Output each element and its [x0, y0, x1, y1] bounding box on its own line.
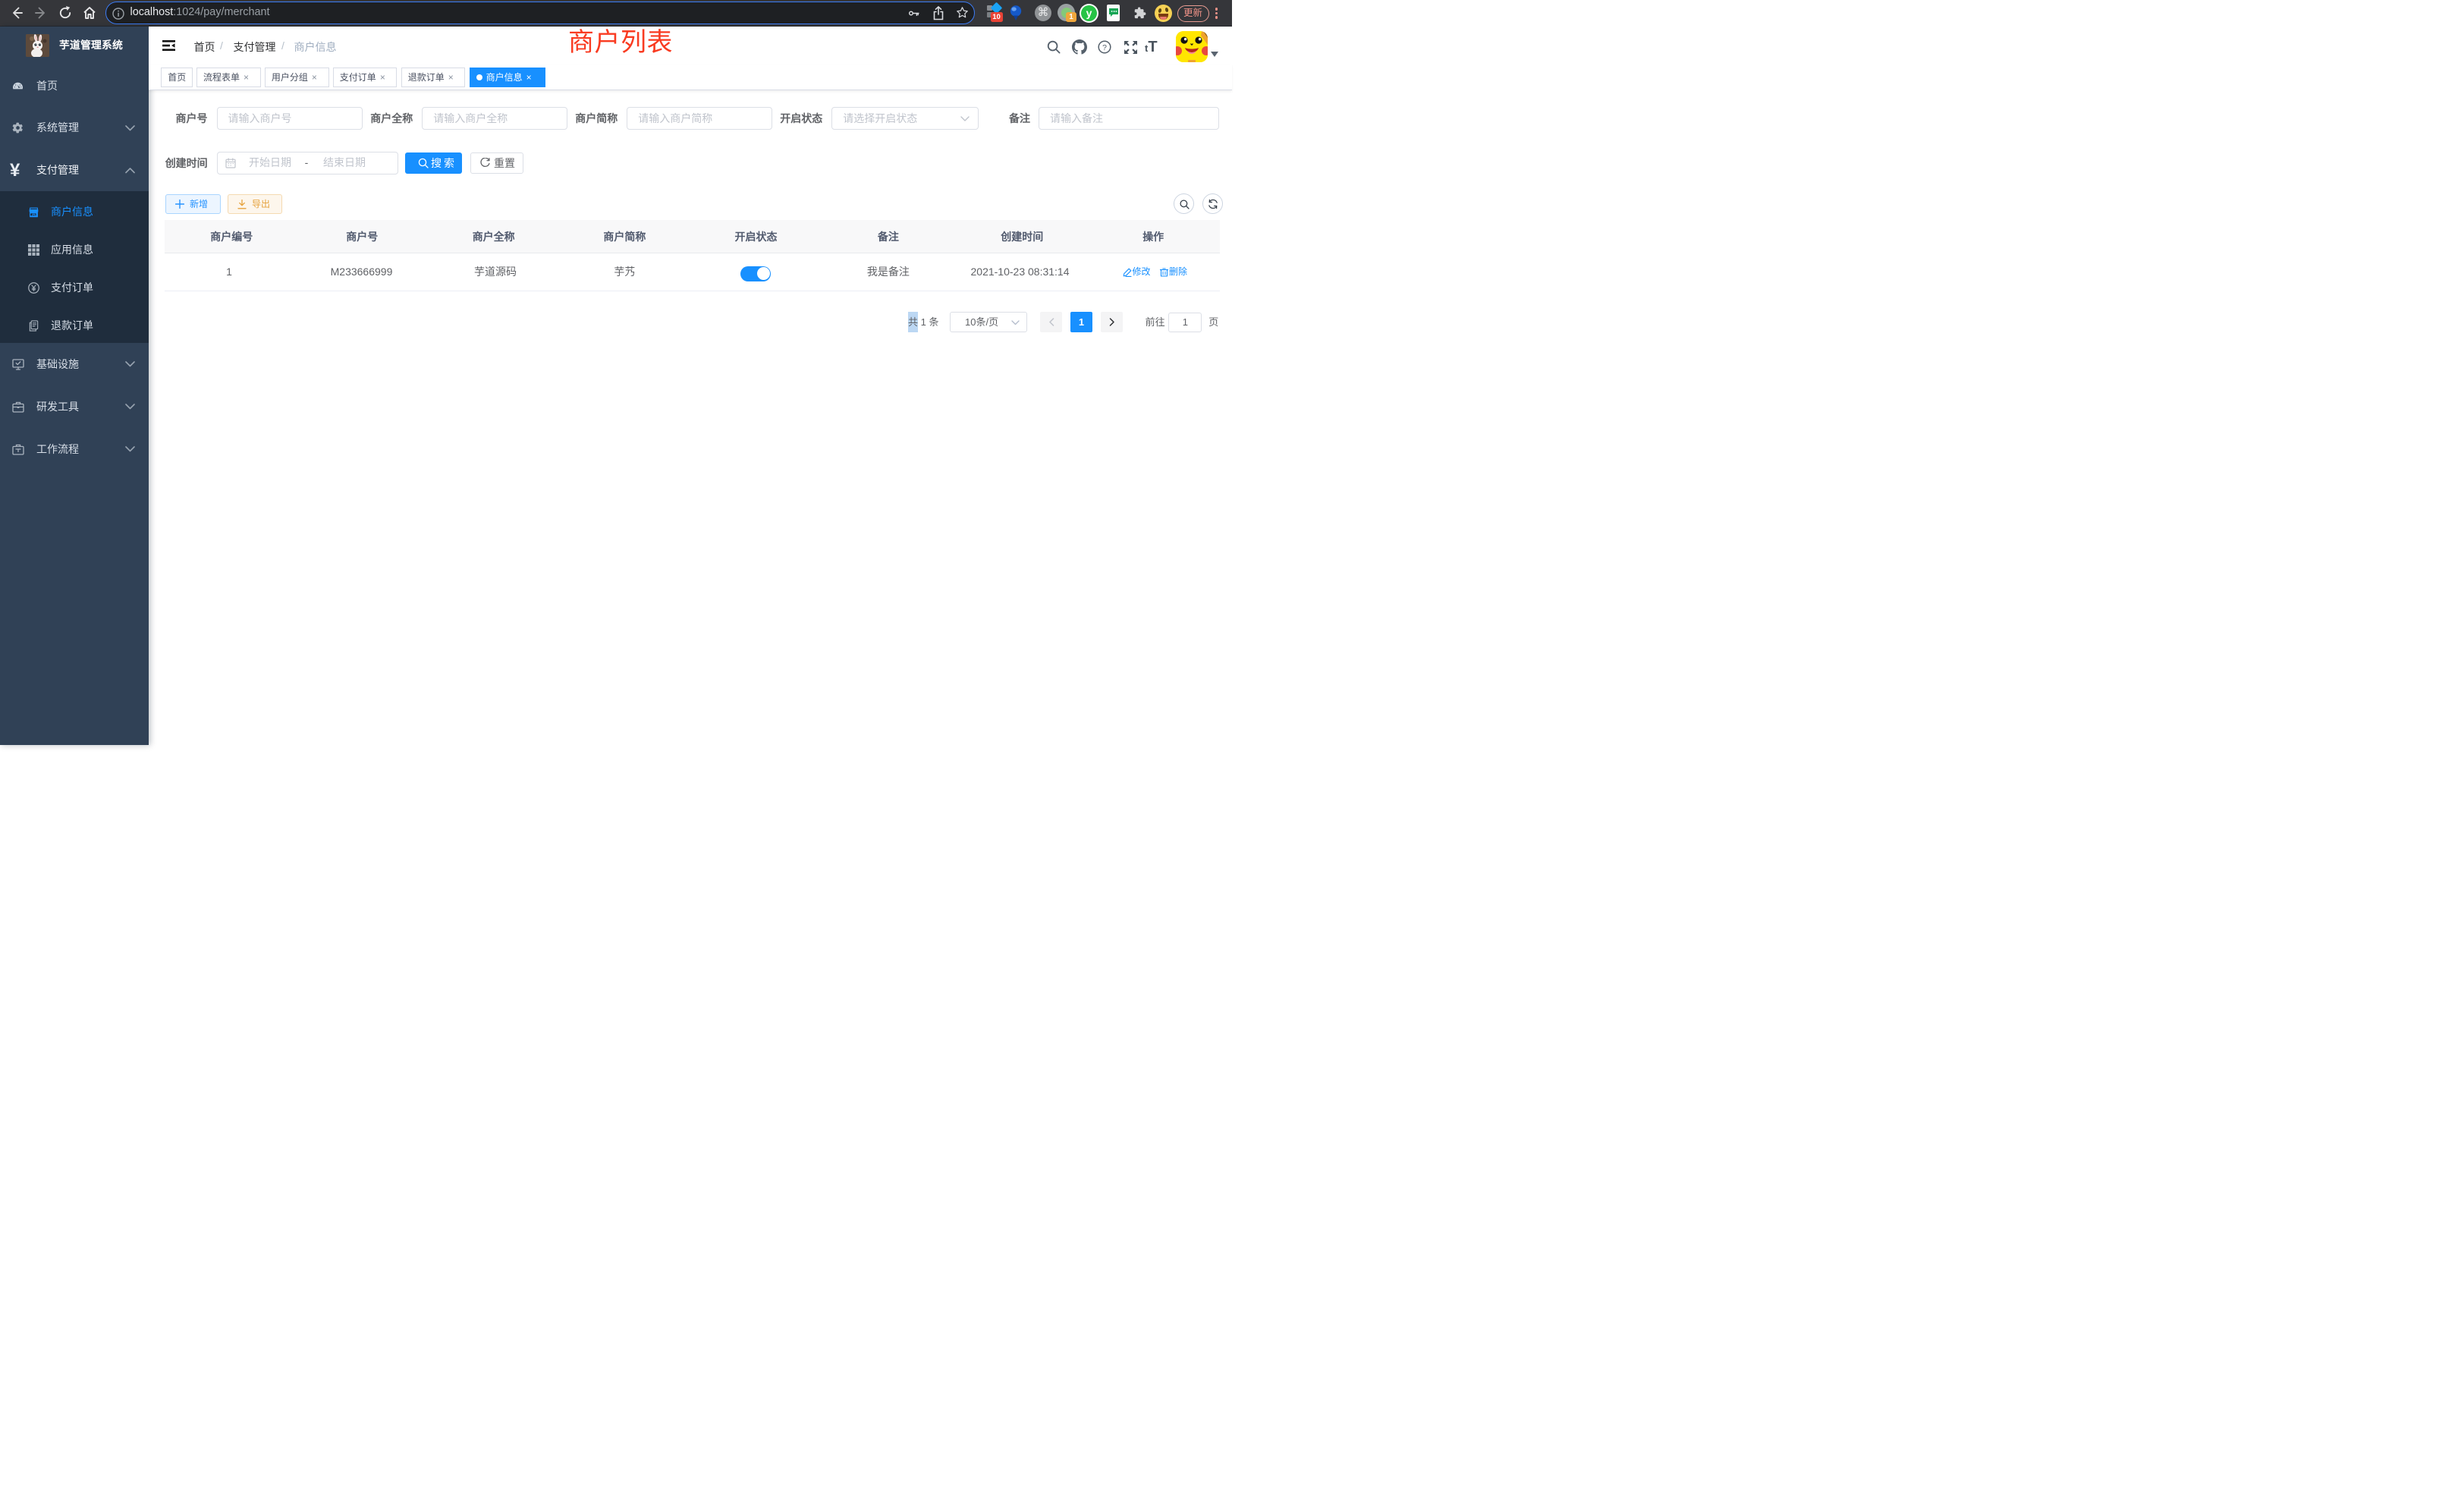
svg-text:?: ? — [1102, 43, 1107, 52]
